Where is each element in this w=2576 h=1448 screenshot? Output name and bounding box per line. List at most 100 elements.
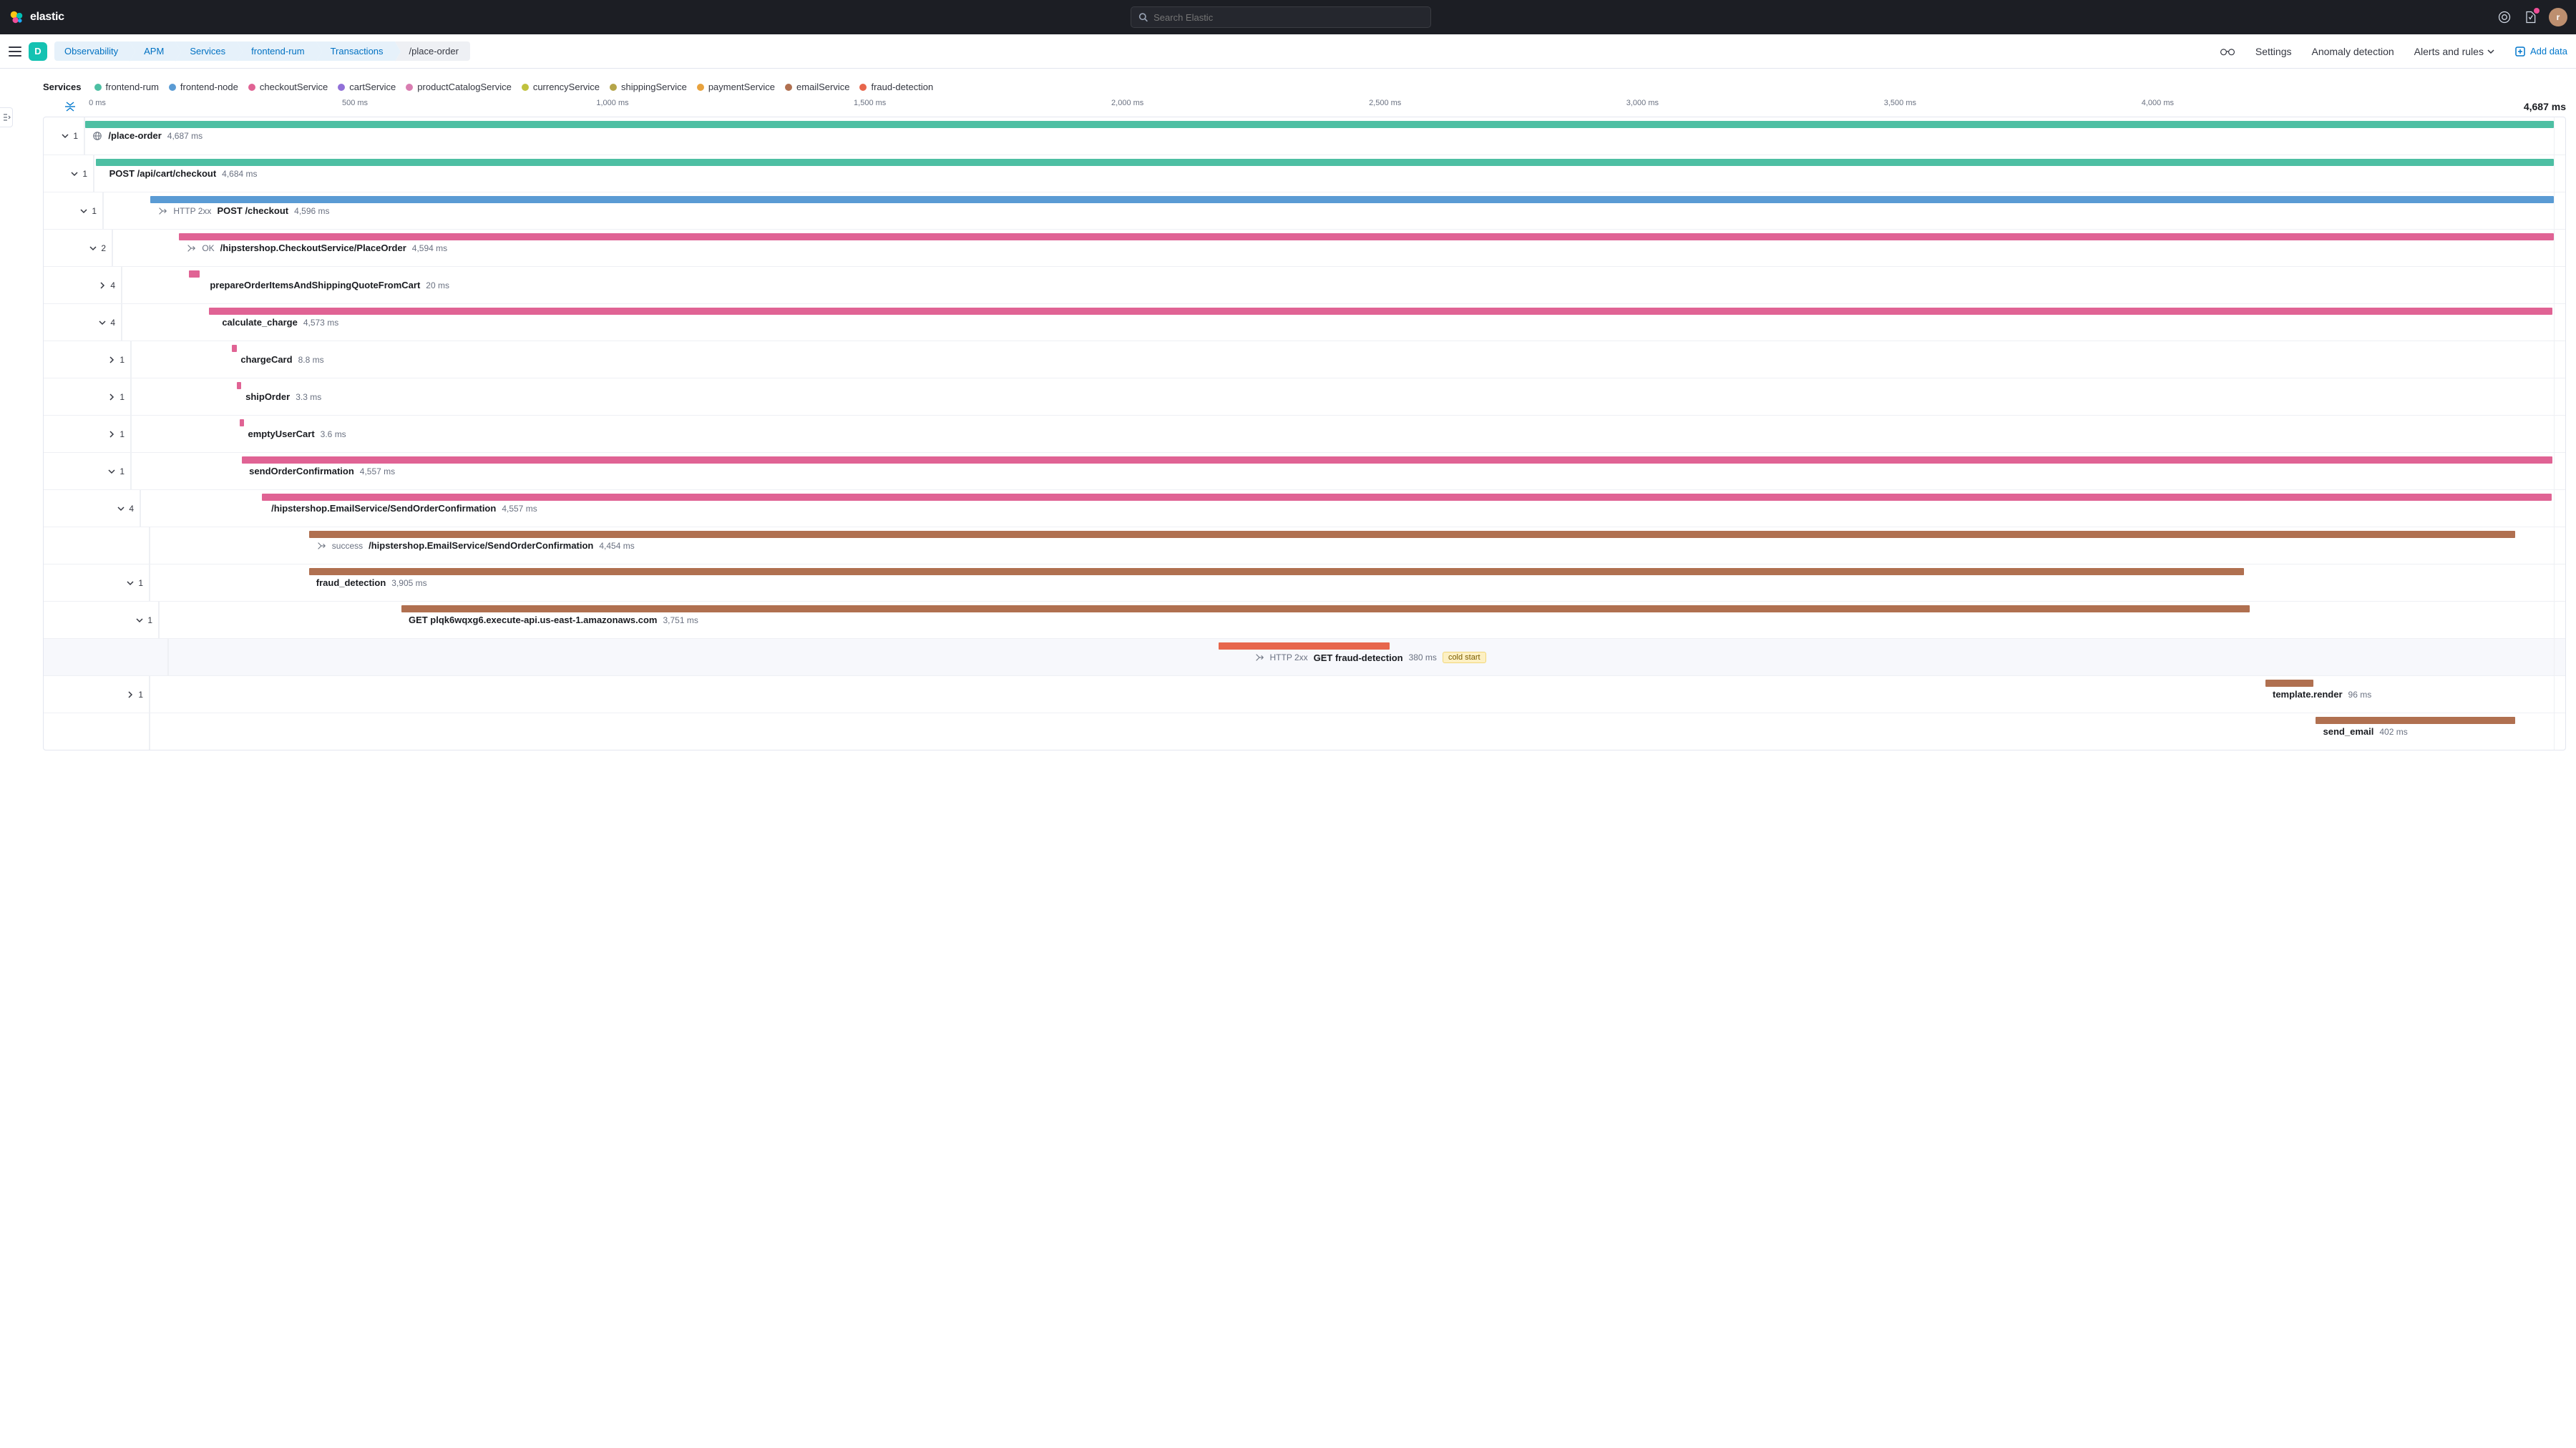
legend-item[interactable]: fraud-detection: [859, 82, 933, 92]
span-row[interactable]: 1GET plqk6wqxg6.execute-api.us-east-1.am…: [44, 601, 2565, 638]
expand-toggle[interactable]: 1: [44, 602, 159, 638]
span-bar[interactable]: [85, 121, 2554, 128]
span-body[interactable]: send_email402 ms: [150, 713, 2554, 750]
breadcrumb-link[interactable]: Services: [175, 41, 237, 61]
span-body[interactable]: /place-order4,687 ms: [85, 117, 2554, 155]
span-label: send_email402 ms: [2323, 726, 2408, 737]
span-body[interactable]: shipOrder3.3 ms: [132, 378, 2554, 415]
expand-toggle[interactable]: 4: [44, 304, 122, 341]
span-row[interactable]: 1emptyUserCart3.6 ms: [44, 415, 2565, 452]
expand-toggle[interactable]: 4: [44, 490, 140, 527]
span-body[interactable]: OK/hipstershop.CheckoutService/PlaceOrde…: [113, 230, 2554, 266]
breadcrumb-link[interactable]: APM: [130, 41, 175, 61]
span-bar[interactable]: [150, 196, 2554, 203]
legend-item[interactable]: frontend-rum: [94, 82, 159, 92]
span-bar[interactable]: [179, 233, 2554, 240]
span-bar[interactable]: [237, 382, 241, 389]
span-row[interactable]: 1/place-order4,687 ms: [44, 117, 2565, 155]
span-row[interactable]: send_email402 ms: [44, 713, 2565, 750]
expand-toggle[interactable]: 1: [44, 117, 84, 155]
span-bar[interactable]: [2265, 680, 2313, 687]
span-row[interactable]: 1HTTP 2xxPOST /checkout4,596 ms: [44, 192, 2565, 229]
span-bar[interactable]: [240, 419, 244, 426]
span-body[interactable]: template.render96 ms: [150, 676, 2554, 713]
anomaly-detection-link[interactable]: Anomaly detection: [2311, 46, 2394, 57]
settings-link[interactable]: Settings: [2255, 46, 2292, 57]
span-row[interactable]: 1fraud_detection3,905 ms: [44, 564, 2565, 601]
span-body[interactable]: calculate_charge4,573 ms: [122, 304, 2554, 341]
breadcrumb-link[interactable]: frontend-rum: [237, 41, 316, 61]
user-avatar[interactable]: r: [2549, 8, 2567, 26]
span-bar[interactable]: [262, 494, 2552, 501]
expand-toggle[interactable]: 1: [44, 676, 150, 713]
expand-toggle[interactable]: 1: [44, 416, 131, 452]
side-panel-expand[interactable]: [0, 107, 13, 127]
breadcrumb-link[interactable]: Transactions: [316, 41, 395, 61]
span-bar[interactable]: [189, 270, 200, 278]
search-input[interactable]: [1153, 12, 1423, 23]
span-row[interactable]: 1sendOrderConfirmation4,557 ms: [44, 452, 2565, 489]
span-row[interactable]: HTTP 2xxGET fraud-detection380 mscold st…: [44, 638, 2565, 675]
span-body[interactable]: success/hipstershop.EmailService/SendOrd…: [150, 527, 2554, 564]
span-row[interactable]: 2OK/hipstershop.CheckoutService/PlaceOrd…: [44, 229, 2565, 266]
alerts-rules-menu[interactable]: Alerts and rules: [2414, 46, 2494, 57]
expand-toggle[interactable]: 4: [44, 267, 122, 303]
help-icon[interactable]: [2497, 10, 2512, 24]
space-selector[interactable]: D: [29, 42, 47, 61]
inspector-icon[interactable]: [2220, 46, 2235, 57]
span-bar[interactable]: [309, 531, 2516, 538]
span-body[interactable]: sendOrderConfirmation4,557 ms: [132, 453, 2554, 489]
row-right-gutter: [2554, 155, 2565, 192]
logo[interactable]: elastic: [9, 9, 64, 25]
legend-item[interactable]: productCatalogService: [406, 82, 512, 92]
expand-toggle[interactable]: 1: [44, 341, 131, 378]
legend-item[interactable]: cartService: [338, 82, 396, 92]
legend-item[interactable]: paymentService: [697, 82, 775, 92]
span-body[interactable]: POST /api/cart/checkout4,684 ms: [94, 155, 2554, 192]
span-bar[interactable]: [232, 345, 236, 352]
expand-toggle[interactable]: 1: [44, 564, 150, 601]
span-body[interactable]: emptyUserCart3.6 ms: [132, 416, 2554, 452]
expand-toggle[interactable]: 1: [44, 192, 103, 229]
expand-toggle[interactable]: 1: [44, 378, 131, 415]
span-row[interactable]: 4 prepareOrderItemsAndShippingQuoteFromCa…: [44, 266, 2565, 303]
legend-item[interactable]: shippingService: [610, 82, 687, 92]
expand-toggle[interactable]: 1: [44, 155, 94, 192]
expand-toggle[interactable]: 2: [44, 230, 112, 266]
span-row[interactable]: 1template.render96 ms: [44, 675, 2565, 713]
span-bar[interactable]: [96, 159, 2554, 166]
legend-item[interactable]: checkoutService: [248, 82, 328, 92]
breadcrumb-link[interactable]: Observability: [54, 41, 130, 61]
span-row[interactable]: success/hipstershop.EmailService/SendOrd…: [44, 527, 2565, 564]
global-search[interactable]: [1131, 6, 1431, 28]
span-body[interactable]: fraud_detection3,905 ms: [150, 564, 2554, 601]
expand-toggle[interactable]: 1: [44, 453, 131, 489]
span-row[interactable]: 1chargeCard8.8 ms: [44, 341, 2565, 378]
span-row[interactable]: 1POST /api/cart/checkout4,684 ms: [44, 155, 2565, 192]
row-gutter: 1: [44, 416, 132, 452]
legend-item[interactable]: currencyService: [522, 82, 600, 92]
span-bar[interactable]: [1219, 642, 1390, 650]
newsfeed-icon[interactable]: [2523, 10, 2537, 24]
span-body[interactable]: prepareOrderItemsAndShippingQuoteFromCar…: [122, 267, 2554, 303]
span-body[interactable]: chargeCard8.8 ms: [132, 341, 2554, 378]
add-data-button[interactable]: Add data: [2514, 46, 2567, 57]
span-bar[interactable]: [209, 308, 2553, 315]
span-body[interactable]: HTTP 2xxPOST /checkout4,596 ms: [104, 192, 2554, 229]
span-row[interactable]: 4calculate_charge4,573 ms: [44, 303, 2565, 341]
span-body[interactable]: HTTP 2xxGET fraud-detection380 mscold st…: [169, 639, 2554, 675]
span-name: prepareOrderItemsAndShippingQuoteFromCar…: [210, 280, 420, 290]
span-bar[interactable]: [2316, 717, 2515, 724]
span-body[interactable]: GET plqk6wqxg6.execute-api.us-east-1.ama…: [160, 602, 2554, 638]
row-gutter: 1: [44, 341, 132, 378]
span-row[interactable]: 1shipOrder3.3 ms: [44, 378, 2565, 415]
span-body[interactable]: /hipstershop.EmailService/SendOrderConfi…: [141, 490, 2554, 527]
legend-item[interactable]: emailService: [785, 82, 849, 92]
span-bar[interactable]: [401, 605, 2250, 612]
nav-toggle-icon[interactable]: [9, 47, 21, 57]
legend-item[interactable]: frontend-node: [169, 82, 238, 92]
span-row[interactable]: 4/hipstershop.EmailService/SendOrderConf…: [44, 489, 2565, 527]
merge-icon: [186, 243, 196, 253]
span-bar[interactable]: [309, 568, 2244, 575]
span-bar[interactable]: [242, 456, 2552, 464]
